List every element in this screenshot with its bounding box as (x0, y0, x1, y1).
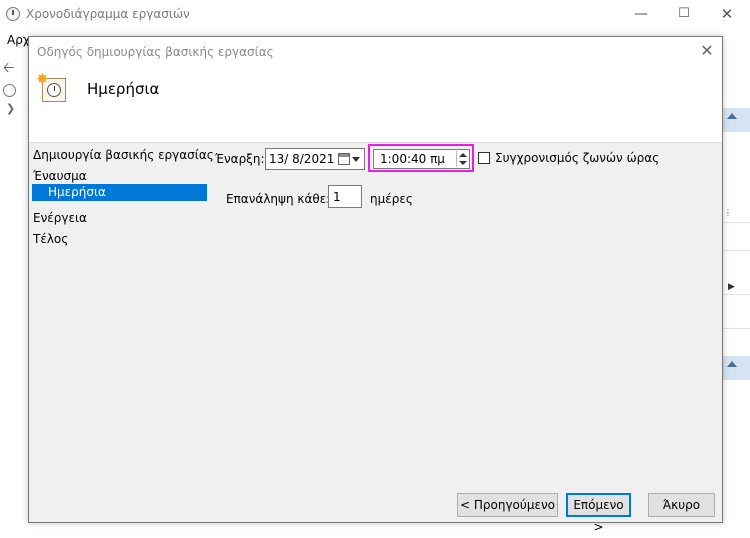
close-icon[interactable]: ✕ (697, 41, 717, 61)
collapse-arrow-icon (727, 113, 737, 119)
sync-timezones-label[interactable]: Συγχρονισμός ζωνών ώρας (495, 151, 659, 165)
actions-section-header[interactable] (723, 356, 750, 380)
ellipsis-icon: ⋮ (724, 208, 732, 217)
main-window-titlebar: Χρονοδιάγραμμα εργασιών — ☐ ✕ (0, 0, 750, 30)
divider (723, 250, 750, 251)
repeat-days-input[interactable]: 1 (328, 185, 362, 208)
tree-panel: ❯ (0, 80, 30, 120)
start-time-value[interactable]: 1:00:40 πμ (380, 152, 445, 166)
nav-step-daily-label: Ημερήσια (48, 185, 106, 199)
cancel-button[interactable]: Άκυρο (648, 493, 715, 517)
dialog-title: Οδηγός δημιουργίας βασικής εργασίας (37, 45, 274, 59)
wizard-header: ✸ Ημερήσια (29, 67, 722, 143)
basic-task-wizard-dialog: Οδηγός δημιουργίας βασικής εργασίας ✕ ✸ … (28, 36, 723, 534)
chevron-right-icon[interactable]: ❯ (6, 102, 15, 115)
clock-icon (3, 84, 16, 97)
back-arrow-icon[interactable]: 🡠 (3, 57, 14, 81)
collapse-arrow-icon (727, 361, 737, 367)
minimize-icon[interactable]: — (630, 4, 652, 24)
next-button[interactable]: Επόμενο > (566, 493, 631, 534)
chevron-down-icon[interactable] (352, 157, 360, 162)
spinner-up-icon[interactable] (459, 153, 467, 157)
repeat-unit-label: ημέρες (370, 192, 413, 206)
actions-section-header[interactable] (723, 108, 750, 132)
submenu-arrow-icon[interactable]: ▶ (728, 282, 735, 292)
main-window-title: Χρονοδιάγραμμα εργασιών (26, 7, 190, 21)
task-clock-icon: ✸ (36, 70, 67, 103)
nav-step-action: Ενέργεια (33, 211, 87, 225)
actions-panel: ⋮ ▶ (723, 82, 750, 525)
start-time-field[interactable]: 1:00:40 πμ (373, 149, 470, 169)
divider (723, 294, 750, 295)
divider (723, 222, 750, 223)
wizard-steps-nav: Δημιουργία βασικής εργασίας Έναυσμα Ενέρ… (29, 143, 214, 343)
nav-step-trigger: Έναυσμα (33, 169, 87, 183)
previous-button[interactable]: < Προηγούμενο (457, 493, 558, 517)
page-title: Ημερήσια (87, 80, 160, 98)
clock-icon (47, 83, 61, 97)
clock-icon (6, 7, 20, 21)
sparkle-icon: ✸ (36, 70, 49, 88)
repeat-days-value[interactable]: 1 (333, 190, 341, 204)
repeat-every-label: Επανάληψη κάθε: (226, 192, 331, 206)
nav-step-create-basic-task: Δημιουργία βασικής εργασίας (33, 148, 214, 162)
time-spinner[interactable] (456, 151, 468, 167)
nav-step-daily-selected: Ημερήσια (32, 184, 207, 201)
menu-item-file[interactable]: Αρχ (7, 33, 30, 47)
start-label: Έναρξη: (215, 152, 265, 166)
spinner-down-icon[interactable] (459, 161, 467, 165)
sync-timezones-checkbox[interactable] (478, 152, 490, 164)
divider (723, 328, 750, 329)
dialog-titlebar: Οδηγός δημιουργίας βασικής εργασίας ✕ (29, 37, 722, 67)
maximize-icon[interactable]: ☐ (673, 4, 695, 24)
start-date-value[interactable]: 13/ 8/2021 (269, 152, 334, 166)
nav-step-finish: Τέλος (33, 232, 69, 246)
close-icon[interactable]: ✕ (716, 4, 738, 24)
start-date-picker[interactable]: 13/ 8/2021 (265, 148, 365, 170)
calendar-icon[interactable] (338, 153, 350, 165)
